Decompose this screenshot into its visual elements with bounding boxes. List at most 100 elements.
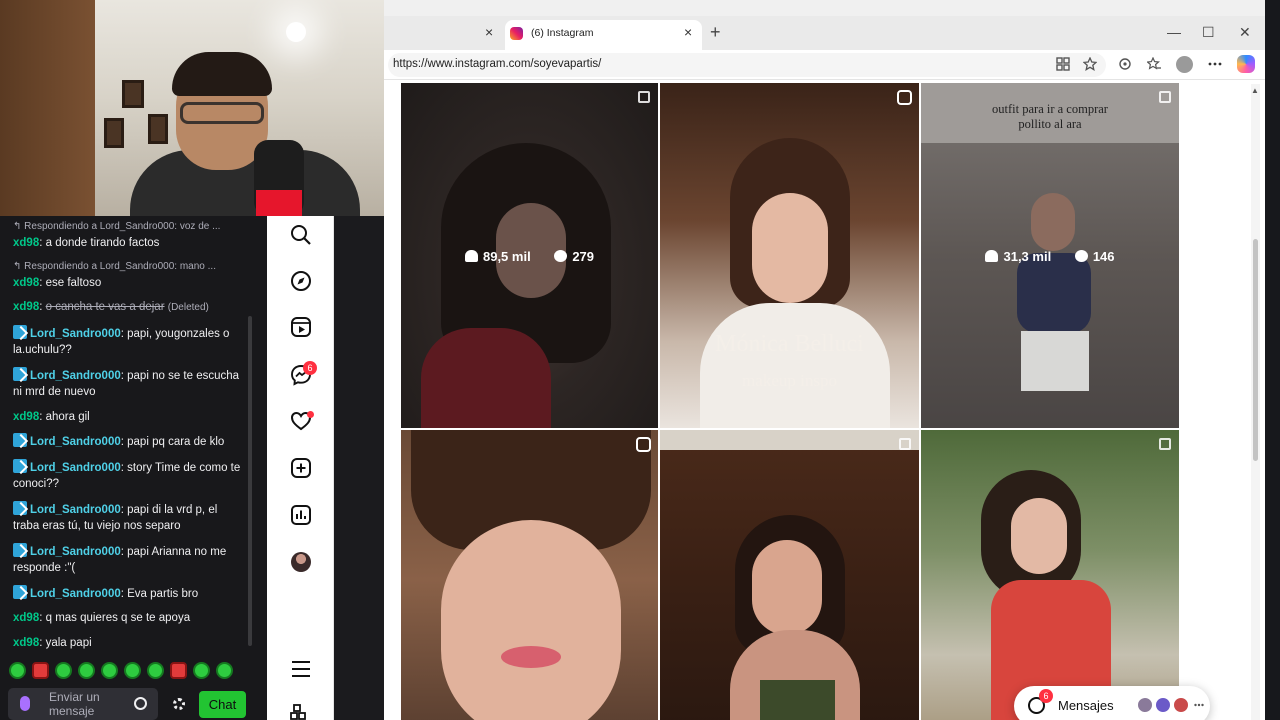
chat-username[interactable]: xd98 [13,637,39,649]
chat-reply-text: Respondiendo a Lord_Sandro000: mano ... [24,260,216,272]
menu-icon[interactable] [290,658,312,680]
chat-send-button[interactable]: Chat [199,691,246,718]
reels-icon[interactable] [290,316,312,338]
post-face [1031,193,1075,251]
create-icon[interactable] [290,457,312,479]
notification-dot [307,411,314,418]
chat-message: Lord_Sandro000: papi Arianna no me respo… [13,542,246,577]
chat-username[interactable]: xd98 [13,277,39,289]
webcam-lamp [286,22,306,42]
post-tile[interactable]: 89,5 mil 279 [401,83,658,428]
comment-icon [1074,250,1088,262]
chat-scrollbar[interactable] [248,316,252,646]
window-close-button[interactable]: ✕ [1239,24,1251,41]
webcam-picture-frame [104,118,124,148]
apps-icon[interactable] [1056,57,1070,71]
instagram-posts-grid: 89,5 mil 279 Mónica Belluci makeup inspo [401,83,1179,720]
chat-settings-gear-icon[interactable] [173,698,185,710]
more-options-icon[interactable] [1208,57,1222,71]
chat-message: Lord_Sandro000: papi pq cara de klo [13,433,246,451]
chat-username[interactable]: Lord_Sandro000 [30,436,121,448]
favorites-icon[interactable] [1147,57,1161,71]
scroll-up-arrow-icon[interactable]: ▲ [1251,86,1259,95]
more-conversations-icon [1194,703,1204,707]
chat-username[interactable]: xd98 [13,237,39,249]
messages-floating-button[interactable]: 6 Mensajes [1014,686,1210,720]
chat-username[interactable]: Lord_Sandro000 [30,504,121,516]
post-shirt [700,303,890,428]
emote-icon[interactable] [55,662,72,679]
browser-tab-strip: × (6) Instagram × + — ☐ ✕ [384,16,1280,50]
tab-close-icon[interactable]: × [485,24,493,40]
browser-titlebar [384,0,1280,16]
chat-message: Lord_Sandro000: papi di la vrd p, el tra… [13,500,246,535]
browser-tab-title: (6) Instagram [531,27,594,39]
post-scarf [421,328,551,428]
favorite-star-icon[interactable] [1083,57,1097,71]
explore-icon[interactable] [290,270,312,292]
browser-profile-avatar[interactable] [1176,56,1193,73]
post-tile[interactable]: Mónica Belluci makeup inspo [660,83,919,428]
chat-input[interactable]: Enviar un mensaje [8,688,158,720]
tab-close-icon[interactable]: × [684,24,692,40]
chat-username[interactable]: Lord_Sandro000 [30,328,121,340]
webcam-microphone-light [256,190,302,216]
dashboard-icon[interactable] [290,504,312,526]
instagram-favicon-icon [510,27,523,40]
chat-username[interactable]: Lord_Sandro000 [30,588,121,600]
emote-icon[interactable] [32,662,49,679]
conversation-avatar [1172,696,1190,714]
microphone-icon[interactable] [20,696,30,711]
post-tile[interactable] [921,430,1179,720]
post-caption-line: outfit para ir a comprar [992,102,1108,116]
page-scrollbar-thumb[interactable] [1253,239,1258,461]
copilot-icon[interactable] [1237,55,1255,73]
post-face [752,193,828,303]
address-bar[interactable]: https://www.instagram.com/soyevapartis/ [388,53,1106,77]
emote-icon[interactable] [216,662,233,679]
address-bar-url: https://www.instagram.com/soyevapartis/ [393,58,602,70]
also-from-meta-icon[interactable] [290,704,312,720]
emote-icon[interactable] [147,662,164,679]
emote-icon[interactable] [9,662,26,679]
post-tile[interactable]: outfit para ir a comprar pollito al ara … [921,83,1179,428]
browser-tab-instagram[interactable]: (6) Instagram × [505,20,702,50]
profile-avatar[interactable] [291,552,311,572]
post-stats: 89,5 mil 279 [401,249,658,264]
chat-username[interactable]: Lord_Sandro000 [30,370,121,382]
chat-username[interactable]: xd98 [13,612,39,624]
emoji-picker-icon[interactable] [134,697,147,710]
window-minimize-button[interactable]: — [1167,24,1181,40]
emote-icon[interactable] [170,662,187,679]
post-face [441,520,621,720]
chat-input-placeholder: Enviar un mensaje [49,690,100,718]
browser-toolbar: https://www.instagram.com/soyevapartis/ [384,50,1280,80]
window-maximize-button[interactable]: ☐ [1202,24,1215,41]
webcam-picture-frame [122,80,144,108]
chat-message: ↰ Respondiendo a Lord_Sandro000: mano ..… [13,260,246,292]
emote-icon[interactable] [124,662,141,679]
post-tile[interactable] [660,430,919,720]
emote-icon[interactable] [193,662,210,679]
chat-username[interactable]: xd98 [13,301,39,313]
webcam-overlay [0,0,384,216]
conversation-avatar [1154,696,1172,714]
page-scrollbar[interactable]: ▲ [1251,84,1260,720]
extension-icon[interactable] [1118,57,1132,71]
chat-message-text: Eva partis bro [127,587,199,600]
chat-message-text: ese faltoso [45,276,102,289]
chat-username[interactable]: Lord_Sandro000 [30,462,121,474]
emote-bar [9,662,233,679]
post-tile[interactable] [401,430,658,720]
emote-icon[interactable] [101,662,118,679]
search-icon[interactable] [290,224,312,246]
chat-message-text: ahora gil [45,410,90,423]
browser-tab-inactive[interactable]: × [384,20,500,50]
post-overlay-subtitle: makeup inspo [742,371,837,390]
chat-username[interactable]: xd98 [13,411,39,423]
post-top-garment [1017,253,1091,333]
chat-username[interactable]: Lord_Sandro000 [30,546,121,558]
emote-icon[interactable] [78,662,95,679]
new-tab-button[interactable]: + [710,22,721,43]
chat-message: xd98: o cancha te vas a dejar (Deleted) [13,301,209,313]
